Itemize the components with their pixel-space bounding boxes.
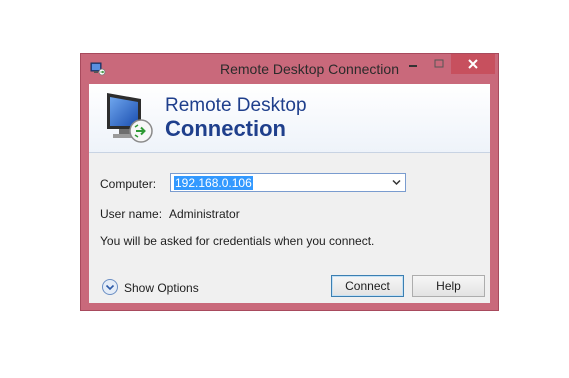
dialog-body: Remote Desktop Connection Computer: 192.… (89, 84, 490, 303)
remote-desktop-monitor-icon (107, 93, 153, 143)
close-button[interactable] (451, 54, 495, 74)
minimize-button[interactable] (401, 54, 425, 74)
computer-label: Computer: (100, 177, 157, 191)
connect-button[interactable]: Connect (331, 275, 404, 297)
credentials-info-text: You will be asked for credentials when y… (100, 234, 375, 248)
header-banner: Remote Desktop Connection (89, 84, 490, 153)
expand-circle-icon[interactable] (101, 278, 119, 296)
computer-combobox[interactable]: 192.168.0.106 (170, 173, 406, 192)
maximize-button[interactable] (427, 54, 451, 74)
help-button[interactable]: Help (412, 275, 485, 297)
username-label: User name: (100, 207, 163, 221)
computer-input-value[interactable]: 192.168.0.106 (174, 176, 253, 190)
close-icon (468, 59, 478, 69)
banner-title-line2: Connection (165, 116, 286, 141)
chevron-down-icon[interactable] (392, 179, 401, 186)
title-bar[interactable]: Remote Desktop Connection (81, 54, 498, 84)
maximize-icon (434, 59, 444, 68)
minimize-icon (409, 65, 417, 67)
rdc-window: Remote Desktop Connection Remote Desktop… (80, 53, 499, 311)
show-options-label[interactable]: Show Options (124, 281, 199, 295)
username-value: Administrator (169, 207, 240, 221)
banner-title-line1: Remote Desktop (165, 95, 307, 116)
